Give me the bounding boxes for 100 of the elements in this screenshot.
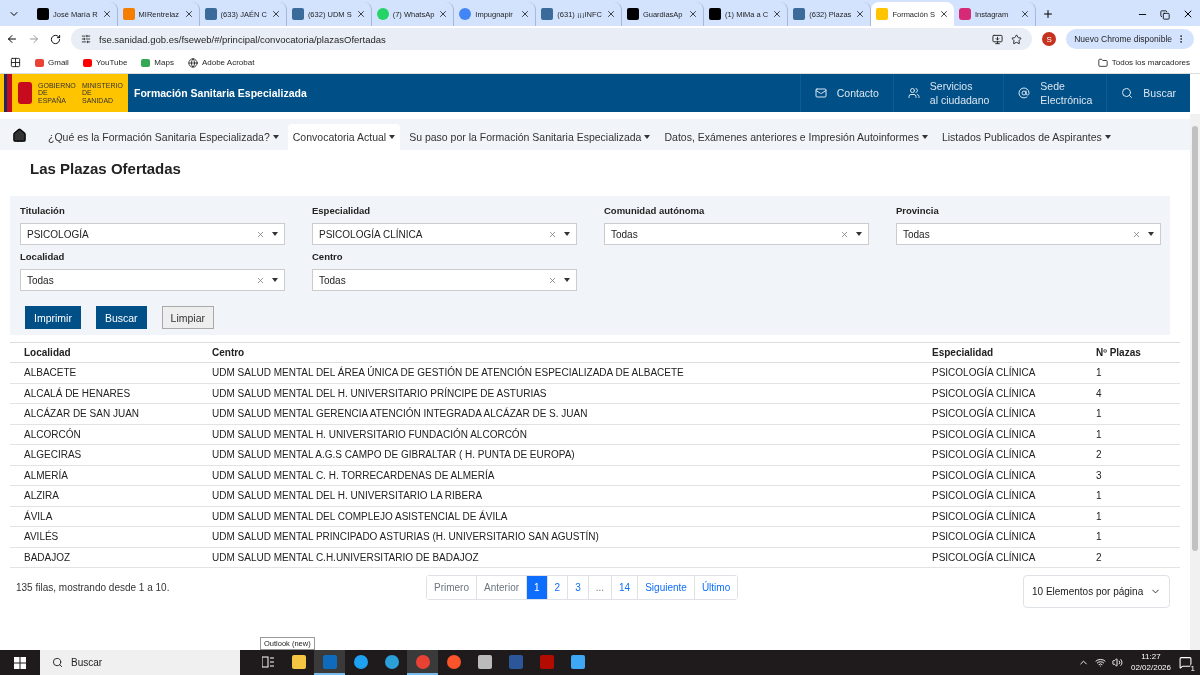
- table-cell: 1: [1082, 526, 1180, 547]
- action-button[interactable]: Buscar: [95, 306, 147, 329]
- table-cell: PSICOLOGÍA CLÍNICA: [918, 403, 1082, 424]
- close-icon: [1019, 9, 1030, 19]
- select-field[interactable]: Todas: [312, 269, 577, 291]
- bookmark[interactable]: Todos los marcadores: [1097, 57, 1190, 68]
- table-cell: PSICOLOGÍA CLÍNICA: [918, 465, 1082, 486]
- nav-menu-item[interactable]: Convocatoria Actual: [287, 124, 401, 150]
- close-icon: [605, 9, 616, 19]
- taskbar-app-icon[interactable]: [407, 650, 438, 675]
- site-icon: [793, 8, 806, 20]
- reload-icon: [50, 33, 61, 45]
- clear-icon: [1132, 229, 1141, 239]
- site-icon: [35, 58, 44, 67]
- nav-menu-item[interactable]: Datos, Exámenes anteriores e Impresión Autoinformes: [659, 124, 933, 150]
- table-cell: PSICOLOGÍA CLÍNICA: [918, 506, 1082, 527]
- page-link[interactable]: Último: [693, 576, 738, 599]
- bookmark[interactable]: Gmail: [35, 58, 69, 67]
- table-cell: 1: [1082, 506, 1180, 527]
- table-cell: ALMERÍA: [10, 465, 198, 486]
- table-cell: ALBACETE: [10, 362, 198, 383]
- select-field[interactable]: Todas: [896, 223, 1161, 245]
- caret-icon: [1148, 232, 1154, 236]
- page-size-select[interactable]: 10 Elementos por página: [1023, 575, 1170, 608]
- site-icon: [141, 58, 151, 67]
- nav-menu-item[interactable]: Listados Publicados de Aspirantes: [936, 124, 1116, 150]
- taskbar-app-icon[interactable]: [314, 650, 345, 675]
- site-icon: [204, 8, 217, 20]
- search-icon: [52, 657, 63, 668]
- search-icon: [1121, 87, 1134, 99]
- windows-icon[interactable]: [14, 656, 26, 669]
- header-link[interactable]: Buscar: [1106, 74, 1190, 112]
- url-text: fse.sanidad.gob.es/fseweb/#/principal/convocatoria/plazasOfertadas: [99, 33, 387, 45]
- clear-icon: [548, 275, 557, 285]
- results-summary: 135 filas, mostrando desde 1 a 10.: [16, 582, 171, 593]
- select-field[interactable]: PSICOLOGÍA CLÍNICA: [312, 223, 577, 245]
- page-link[interactable]: 1: [526, 576, 547, 599]
- clock-time: 11:27: [1141, 651, 1161, 663]
- caret-icon: [856, 232, 862, 236]
- site-icon: [37, 8, 49, 20]
- site-icon: [708, 8, 721, 20]
- select-field[interactable]: Todas: [20, 269, 285, 291]
- table-cell: UDM SALUD MENTAL DEL H. UNIVERSITARIO PRÍNCIPE DE ASTURIAS: [198, 383, 918, 404]
- filter-label: Localidad: [20, 251, 66, 262]
- address-bar[interactable]: fse.sanidad.gob.es/fseweb/#/principal/convocatoria/plazasOfertadas: [71, 28, 1033, 50]
- caret-icon: [1104, 135, 1111, 139]
- column-header: Nº Plazas: [1082, 342, 1180, 363]
- bookmark[interactable]: YouTube: [82, 58, 128, 67]
- caret-icon: [272, 232, 278, 236]
- page-title: Las Plazas Ofertadas: [30, 160, 182, 177]
- table-cell: 2: [1082, 547, 1180, 568]
- caret-icon: [564, 278, 570, 282]
- nav-menu-item[interactable]: Su paso por la Formación Sanitaria Especializada: [404, 124, 656, 150]
- filter-label: Comunidad autónoma: [604, 205, 706, 216]
- table-cell: UDM SALUD MENTAL PRINCIPADO ASTURIAS (H. UNIVERSITARIO SAN AGUSTÍN): [198, 526, 918, 547]
- table-cell: PSICOLOGÍA CLÍNICA: [918, 547, 1082, 568]
- site-settings-icon: [81, 34, 91, 44]
- select-field[interactable]: PSICOLOGÍA: [20, 223, 285, 245]
- notification-count: 1: [1189, 664, 1196, 673]
- globe-icon: [187, 57, 198, 68]
- taskbar-search[interactable]: Buscar: [40, 650, 240, 675]
- table-cell: PSICOLOGÍA CLÍNICA: [918, 362, 1082, 383]
- table-cell: PSICOLOGÍA CLÍNICA: [918, 444, 1082, 465]
- table-cell: PSICOLOGÍA CLÍNICA: [918, 424, 1082, 445]
- site-icon: [376, 8, 389, 20]
- bookmark[interactable]: Maps: [141, 58, 174, 67]
- table-cell: 2: [1082, 444, 1180, 465]
- clear-icon: [548, 229, 557, 239]
- table-cell: UDM SALUD MENTAL GERENCIA ATENCIÓN INTEGRADA ALCÁZAR DE S. JUAN: [198, 403, 918, 424]
- header-link[interactable]: Contacto: [799, 74, 893, 112]
- site-icon: [122, 8, 135, 20]
- close-icon: [1182, 8, 1194, 20]
- bookmark[interactable]: Adobe Acrobat: [187, 57, 255, 68]
- column-header: Centro: [198, 342, 918, 363]
- scrollbar-thumb[interactable]: [1192, 126, 1198, 551]
- action-button[interactable]: Limpiar: [161, 306, 215, 329]
- close-icon: [855, 9, 866, 19]
- at-sign-icon: [1018, 87, 1031, 99]
- table-cell: PSICOLOGÍA CLÍNICA: [918, 526, 1082, 547]
- close-icon: [355, 9, 366, 19]
- column-header: Especialidad: [918, 342, 1082, 363]
- caret-icon: [272, 135, 279, 139]
- close-icon: [938, 9, 949, 19]
- forward-icon: [28, 33, 40, 45]
- nav-menu-item[interactable]: ¿Qué es la Formación Sanitaria Especializada?: [43, 124, 284, 150]
- header-link[interactable]: Sede Electrónica: [1003, 74, 1107, 112]
- install-icon: [992, 33, 1004, 45]
- profile-avatar[interactable]: S: [1042, 32, 1057, 46]
- table-cell: UDM SALUD MENTAL A.G.S CAMPO DE GIBRALTAR ( H. PUNTA DE EUROPA): [198, 444, 918, 465]
- header-link[interactable]: Servicios al ciudadano: [892, 74, 1004, 112]
- action-button[interactable]: Imprimir: [25, 306, 81, 329]
- table-cell: UDM SALUD MENTAL DEL COMPLEJO ASISTENCIAL DE ÁVILA: [198, 506, 918, 527]
- update-button[interactable]: Nuevo Chrome disponible: [1066, 29, 1194, 49]
- close-icon: [438, 9, 449, 19]
- table-cell: ALCÁZAR DE SAN JUAN: [10, 403, 198, 424]
- site-title: Formación Sanitaria Especializada: [134, 87, 307, 99]
- table-cell: UDM SALUD MENTAL DEL H. UNIVERSITARIO LA RIBERA: [198, 485, 918, 506]
- select-field[interactable]: Todas: [604, 223, 869, 245]
- close-icon: [270, 9, 281, 19]
- table-cell: UDM SALUD MENTAL C.H.UNIVERSITARIO DE BADAJOZ: [198, 547, 918, 568]
